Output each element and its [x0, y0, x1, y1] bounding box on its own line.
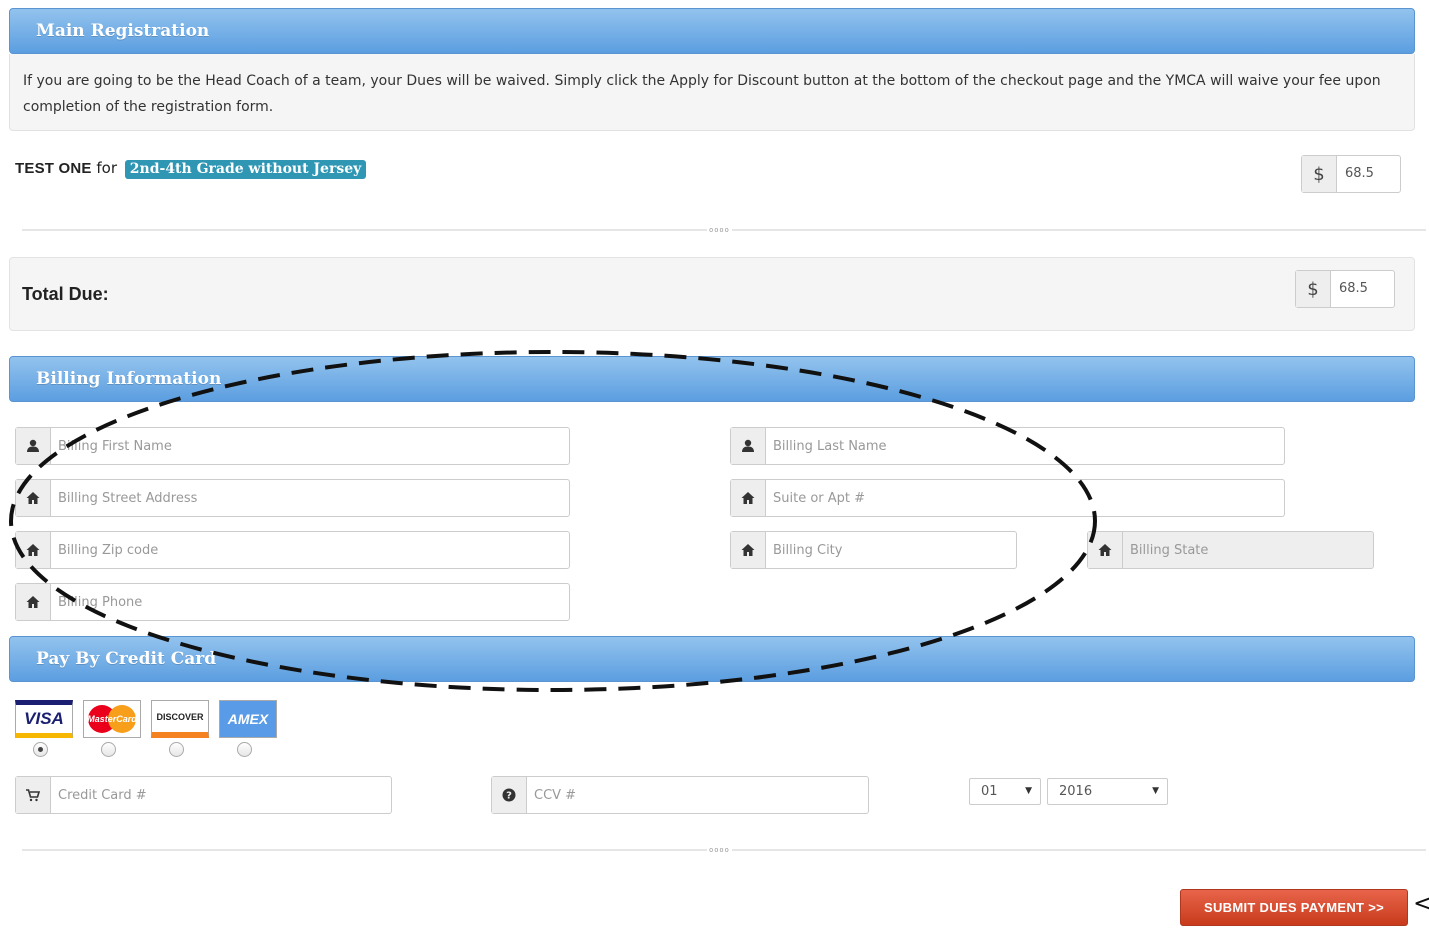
home-icon	[16, 480, 51, 516]
svg-text:?: ?	[506, 791, 512, 802]
payment-header: Pay By Credit Card	[9, 636, 1415, 682]
total-amount: 68.5	[1339, 281, 1368, 296]
billing-first-name-field	[15, 427, 570, 465]
discover-radio[interactable]	[169, 742, 184, 757]
dropdown-caret-icon: ▼	[1152, 786, 1159, 796]
coach-notice: If you are going to be the Head Coach of…	[9, 54, 1415, 131]
billing-suite-field	[730, 479, 1285, 517]
mastercard-label: MasterCard	[87, 714, 137, 724]
home-icon	[16, 584, 51, 620]
program-badge: 2nd-4th Grade without Jersey	[124, 160, 367, 179]
dropdown-caret-icon: ▼	[1025, 786, 1032, 796]
home-icon	[731, 532, 766, 568]
amex-radio[interactable]	[237, 742, 252, 757]
home-icon	[1088, 532, 1123, 568]
for-word: for	[96, 159, 118, 177]
visa-logo[interactable]: VISA	[15, 700, 73, 738]
amex-logo[interactable]: AMEX	[219, 700, 277, 738]
annotation-arrow-icon: <	[1413, 889, 1429, 917]
registrant-amount-field[interactable]: $ 68.5	[1301, 155, 1401, 193]
exp-year-select[interactable]: 2016 ▼	[1047, 778, 1168, 805]
total-due-box	[9, 257, 1415, 331]
billing-phone-input[interactable]	[51, 584, 569, 620]
registrant-line: TEST ONE for 2nd-4th Grade without Jerse…	[15, 159, 367, 179]
billing-street-input[interactable]	[51, 480, 569, 516]
billing-phone-field	[15, 583, 570, 621]
billing-last-name-input[interactable]	[766, 428, 1284, 464]
visa-label: VISA	[24, 709, 64, 728]
mastercard-radio[interactable]	[101, 742, 116, 757]
total-amount-field[interactable]: $ 68.5	[1295, 270, 1395, 308]
ccv-input[interactable]	[527, 777, 868, 813]
user-icon	[731, 428, 766, 464]
dollar-addon: $	[1296, 271, 1331, 307]
submit-dues-payment-button[interactable]: SUBMIT DUES PAYMENT >>	[1180, 889, 1408, 926]
exp-month-value: 01	[981, 784, 998, 799]
billing-street-field	[15, 479, 570, 517]
credit-card-input[interactable]	[51, 777, 391, 813]
payment-title: Pay By Credit Card	[36, 649, 217, 669]
billing-title: Billing Information	[36, 369, 222, 389]
user-icon	[16, 428, 51, 464]
billing-state-input[interactable]	[1123, 532, 1373, 568]
ccv-field: ?	[491, 776, 869, 814]
exp-year-value: 2016	[1059, 784, 1093, 799]
divider: oooo	[22, 226, 1426, 234]
main-registration-header: Main Registration	[9, 8, 1415, 54]
billing-zip-input[interactable]	[51, 532, 569, 568]
visa-radio[interactable]	[33, 742, 48, 757]
dollar-addon: $	[1302, 156, 1337, 192]
divider-grip: oooo	[707, 846, 732, 854]
billing-city-input[interactable]	[766, 532, 1016, 568]
mastercard-logo[interactable]: MasterCard	[83, 700, 141, 738]
total-due-label: Total Due:	[22, 284, 109, 304]
registrant-name: TEST ONE	[15, 160, 92, 177]
billing-first-name-input[interactable]	[51, 428, 569, 464]
shopping-cart-icon	[16, 777, 51, 813]
divider-grip: oooo	[707, 226, 732, 234]
discover-label: DISCOVER	[156, 711, 204, 722]
billing-suite-input[interactable]	[766, 480, 1284, 516]
billing-city-field	[730, 531, 1017, 569]
billing-zip-field	[15, 531, 570, 569]
billing-state-field	[1087, 531, 1374, 569]
home-icon	[16, 532, 51, 568]
credit-card-field	[15, 776, 392, 814]
registrant-amount: 68.5	[1345, 166, 1374, 181]
billing-last-name-field	[730, 427, 1285, 465]
question-circle-icon: ?	[492, 777, 527, 813]
divider: oooo	[22, 846, 1426, 854]
billing-header: Billing Information	[9, 356, 1415, 402]
amex-label: AMEX	[227, 711, 269, 727]
home-icon	[731, 480, 766, 516]
discover-logo[interactable]: DISCOVER	[151, 700, 209, 738]
main-registration-title: Main Registration	[36, 21, 210, 41]
exp-month-select[interactable]: 01 ▼	[969, 778, 1041, 805]
